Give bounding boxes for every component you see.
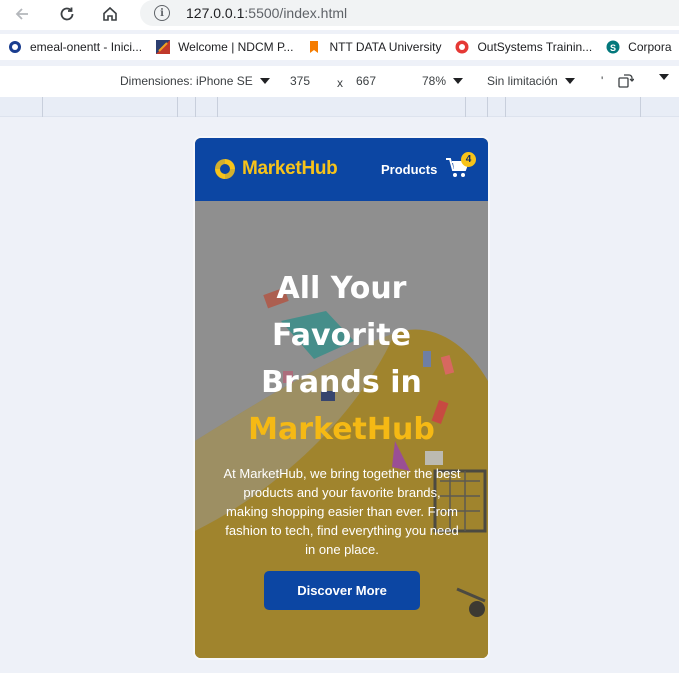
- url-host: 127.0.0.1: [186, 5, 245, 21]
- bookmark-ndcm[interactable]: Welcome | NDCM P...: [156, 40, 293, 54]
- ndcm-logo-icon: [156, 40, 171, 54]
- back-arrow-icon: [15, 8, 28, 20]
- logo-icon: [215, 159, 235, 179]
- bookmark-corpora[interactable]: S Corpora: [606, 40, 672, 54]
- times-sign: x: [337, 76, 343, 90]
- bookmarks-bar: emeal-onentt - Inici... Welcome | NDCM P…: [0, 34, 679, 60]
- discover-more-button[interactable]: Discover More: [264, 571, 420, 610]
- site-logo[interactable]: MarketHub: [213, 157, 338, 181]
- width-input[interactable]: 375: [290, 74, 310, 88]
- ruler-tick: [195, 97, 196, 117]
- bookmark-label: Welcome | NDCM P...: [178, 40, 294, 54]
- ruler-tick: [217, 97, 218, 117]
- ruler-tick: [177, 97, 178, 117]
- height-value: 667: [356, 74, 377, 88]
- throttle-select[interactable]: Sin limitación: [487, 74, 575, 88]
- hero-section: All Your Favorite Brands in MarketHub At…: [195, 201, 488, 658]
- chevron-down-icon: [659, 74, 669, 80]
- rotate-icon: [618, 74, 634, 88]
- bookmark-label: Corpora: [628, 40, 672, 54]
- hero-title-line: Brands in: [261, 365, 422, 400]
- ruler-tick: [42, 97, 43, 117]
- rotate-button[interactable]: [618, 73, 634, 89]
- bookmark-outsystems[interactable]: OutSystems Trainin...: [455, 40, 592, 54]
- hero-title-accent: MarketHub: [248, 412, 435, 447]
- ruler-tick: [487, 97, 488, 117]
- bookmark-label: OutSystems Trainin...: [477, 40, 593, 54]
- site-info-icon[interactable]: i: [154, 5, 170, 21]
- site-header: MarketHub Products 4: [195, 138, 488, 201]
- bookmark-icon: [310, 41, 319, 53]
- url-text: 127.0.0.1:5500/index.html: [186, 5, 347, 21]
- toolbar-dot: ': [601, 74, 603, 88]
- ruler-tick: [505, 97, 506, 117]
- reload-icon: [60, 7, 74, 21]
- chevron-down-icon: [453, 78, 464, 84]
- device-select[interactable]: Dimensiones: iPhone SE: [120, 74, 270, 88]
- zoom-select[interactable]: 78%: [422, 74, 464, 88]
- bookmark-ntt[interactable]: NTT DATA University: [307, 40, 441, 54]
- device-select-label: Dimensiones: iPhone SE: [120, 74, 253, 88]
- url-path: :5500/index.html: [244, 5, 348, 21]
- width-value: 375: [290, 74, 311, 88]
- bookmark-emeal[interactable]: emeal-onentt - Inici...: [8, 40, 142, 54]
- toolbar-dot-label: ': [601, 74, 604, 88]
- outsystems-icon: [455, 40, 469, 54]
- hero-title-line: All Your: [276, 271, 407, 306]
- browser-address-row: i 127.0.0.1:5500/index.html: [0, 0, 679, 30]
- times-label: x: [337, 76, 343, 90]
- ruler-tick: [465, 97, 466, 117]
- reload-button[interactable]: [55, 2, 79, 26]
- nav-products-link[interactable]: Products: [381, 162, 437, 177]
- device-viewport: MarketHub Products 4 All Your Favorite B…: [195, 138, 488, 658]
- hero-title: All Your Favorite Brands in MarketHub: [195, 265, 488, 453]
- hero-title-line: Favorite: [272, 318, 411, 353]
- logo-text: MarketHub: [242, 158, 338, 179]
- height-input[interactable]: 667: [356, 74, 376, 88]
- address-bar[interactable]: i 127.0.0.1:5500/index.html: [140, 0, 679, 26]
- zoom-value: 78%: [422, 74, 447, 88]
- media-query-ruler: [0, 97, 679, 117]
- bookmark-label: emeal-onentt - Inici...: [30, 40, 143, 54]
- chevron-down-icon: [259, 78, 270, 84]
- circle-logo-icon: [9, 41, 21, 53]
- home-icon: [103, 6, 117, 21]
- chevron-down-icon: [564, 78, 575, 84]
- hero-description: At MarketHub, we bring together the best…: [223, 466, 461, 557]
- cart-count-badge: 4: [461, 152, 476, 167]
- sharepoint-icon: S: [606, 40, 620, 54]
- device-toolbar: Dimensiones: iPhone SE 375 x 667 78% Sin…: [0, 66, 679, 97]
- back-button[interactable]: [10, 2, 34, 26]
- home-button[interactable]: [98, 2, 122, 26]
- svg-text:S: S: [610, 43, 616, 53]
- bookmark-label: NTT DATA University: [329, 40, 442, 54]
- throttle-value: Sin limitación: [487, 74, 558, 88]
- more-options-button[interactable]: [652, 74, 669, 80]
- ruler-tick: [640, 97, 641, 117]
